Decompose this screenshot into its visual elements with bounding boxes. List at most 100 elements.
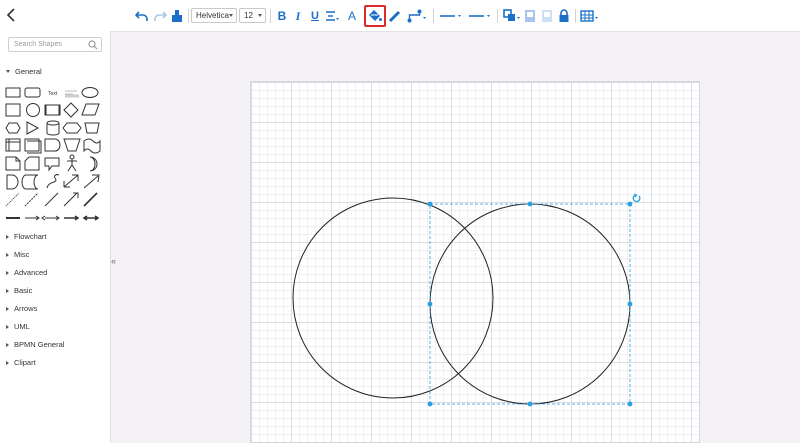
category-label: Advanced — [14, 268, 48, 277]
italic-button[interactable]: I — [293, 8, 303, 24]
category-arrows[interactable]: Arrows — [6, 304, 37, 313]
card-shape[interactable] — [24, 156, 40, 171]
search-icon — [88, 40, 98, 50]
stored-data-shape[interactable] — [21, 174, 39, 190]
chevron-down-icon — [6, 70, 10, 73]
ellipse-shape[interactable] — [81, 87, 99, 98]
semi-circle-shape[interactable] — [6, 174, 19, 190]
directional-line-shape[interactable] — [63, 192, 79, 207]
ungroup-icon[interactable] — [541, 9, 553, 23]
shape-library-sidebar: Search Shapes General Text Flowchart Mis… — [0, 31, 111, 443]
moon-shape[interactable] — [89, 156, 98, 172]
diamond-shape[interactable] — [63, 102, 79, 118]
chevron-down-icon — [258, 14, 262, 17]
chevron-down-icon — [229, 14, 233, 17]
category-bpmn-general[interactable]: BPMN General — [6, 340, 64, 349]
rounded-rectangle-shape[interactable] — [24, 87, 41, 98]
font-size-select[interactable]: 12 — [239, 8, 266, 23]
internal-storage-lines — [6, 139, 20, 151]
delay-shape[interactable] — [44, 138, 61, 152]
note-shape[interactable] — [5, 156, 21, 171]
group-icon[interactable] — [524, 9, 536, 23]
arrange-icon[interactable] — [503, 9, 521, 23]
font-family-value: Helvetica — [196, 11, 229, 20]
connector-style-icon[interactable] — [407, 9, 427, 23]
dotted-line-shape[interactable] — [5, 192, 20, 207]
bidirectional-arrow-shape[interactable] — [63, 174, 79, 188]
category-basic[interactable]: Basic — [6, 286, 32, 295]
line-color-icon[interactable] — [388, 9, 401, 23]
dashed-line-shape[interactable] — [24, 192, 39, 207]
line-width-icon[interactable] — [468, 9, 492, 23]
search-input[interactable]: Search Shapes — [8, 37, 102, 52]
multi-document-shape[interactable] — [24, 138, 42, 154]
category-flowchart[interactable]: Flowchart — [6, 232, 47, 241]
toolbar: Helvetica 12 B I U A — [0, 0, 800, 32]
tape-shape[interactable] — [83, 138, 101, 154]
link-shape[interactable] — [64, 215, 80, 221]
chevron-right-icon — [6, 252, 9, 257]
toolbar-separator — [433, 9, 434, 23]
double-connector-shape[interactable] — [41, 215, 60, 221]
font-family-select[interactable]: Helvetica — [191, 8, 237, 23]
chevron-right-icon — [6, 342, 9, 347]
toolbar-separator — [575, 9, 576, 23]
undo-icon[interactable] — [135, 9, 149, 23]
circle-shape[interactable] — [26, 103, 40, 117]
category-clipart[interactable]: Clipart — [6, 358, 36, 367]
format-painter-icon[interactable] — [171, 9, 183, 23]
font-size-value: 12 — [244, 11, 253, 20]
curve-shape[interactable] — [46, 174, 60, 189]
hexagon-shape[interactable] — [5, 122, 21, 134]
heading-shape[interactable] — [65, 90, 77, 95]
chevron-right-icon — [6, 234, 9, 239]
text-align-icon[interactable] — [325, 9, 339, 23]
fill-color-button[interactable] — [368, 9, 382, 23]
parallelogram-shape[interactable] — [81, 103, 100, 116]
category-misc[interactable]: Misc — [6, 250, 29, 259]
chevron-right-icon — [6, 324, 9, 329]
toolbar-separator — [270, 9, 271, 23]
underline-button[interactable]: U — [309, 8, 321, 24]
category-label: BPMN General — [14, 340, 65, 349]
arrow-shape[interactable] — [83, 174, 100, 189]
thick-arrow-shape[interactable] — [83, 192, 98, 207]
table-icon[interactable] — [580, 9, 600, 23]
category-label: UML — [14, 322, 30, 331]
category-label: Flowchart — [14, 232, 47, 241]
rectangle-shape[interactable] — [5, 87, 21, 98]
chevron-right-icon — [6, 288, 9, 293]
back-arrow-icon[interactable] — [4, 7, 18, 23]
search-placeholder: Search Shapes — [14, 41, 62, 48]
process-shape[interactable] — [44, 104, 61, 116]
triangle-shape[interactable] — [26, 121, 40, 135]
manual-operation-shape[interactable] — [63, 138, 81, 152]
internal-storage-shape[interactable] — [5, 138, 21, 152]
line-style-icon[interactable] — [439, 9, 463, 23]
octagon-shape[interactable] — [62, 122, 82, 134]
process-bars — [45, 105, 60, 115]
text-shape[interactable]: Text — [48, 91, 58, 97]
line-shape[interactable] — [44, 192, 59, 207]
chevron-right-icon — [6, 306, 9, 311]
bidirectional-link-shape[interactable] — [82, 215, 100, 221]
actor-shape[interactable] — [69, 154, 75, 160]
category-label: Clipart — [14, 358, 36, 367]
collapse-sidebar-button[interactable]: « — [111, 256, 116, 266]
canvas-page[interactable] — [250, 81, 700, 443]
callout-shape[interactable] — [44, 157, 60, 172]
category-uml[interactable]: UML — [6, 322, 30, 331]
bold-button[interactable]: B — [276, 8, 288, 24]
trapezoid-shape[interactable] — [84, 122, 100, 134]
cylinder-shape[interactable] — [46, 120, 60, 136]
category-advanced[interactable]: Advanced — [6, 268, 47, 277]
lock-icon[interactable] — [558, 9, 570, 23]
actor-body — [67, 159, 77, 172]
toolbar-separator — [188, 9, 189, 23]
category-general[interactable]: General — [6, 67, 42, 76]
text-color-button[interactable]: A — [346, 8, 358, 24]
connector-shape[interactable] — [25, 215, 40, 221]
square-shape[interactable] — [5, 103, 21, 117]
redo-icon[interactable] — [153, 9, 167, 23]
chevron-right-icon — [6, 360, 9, 365]
